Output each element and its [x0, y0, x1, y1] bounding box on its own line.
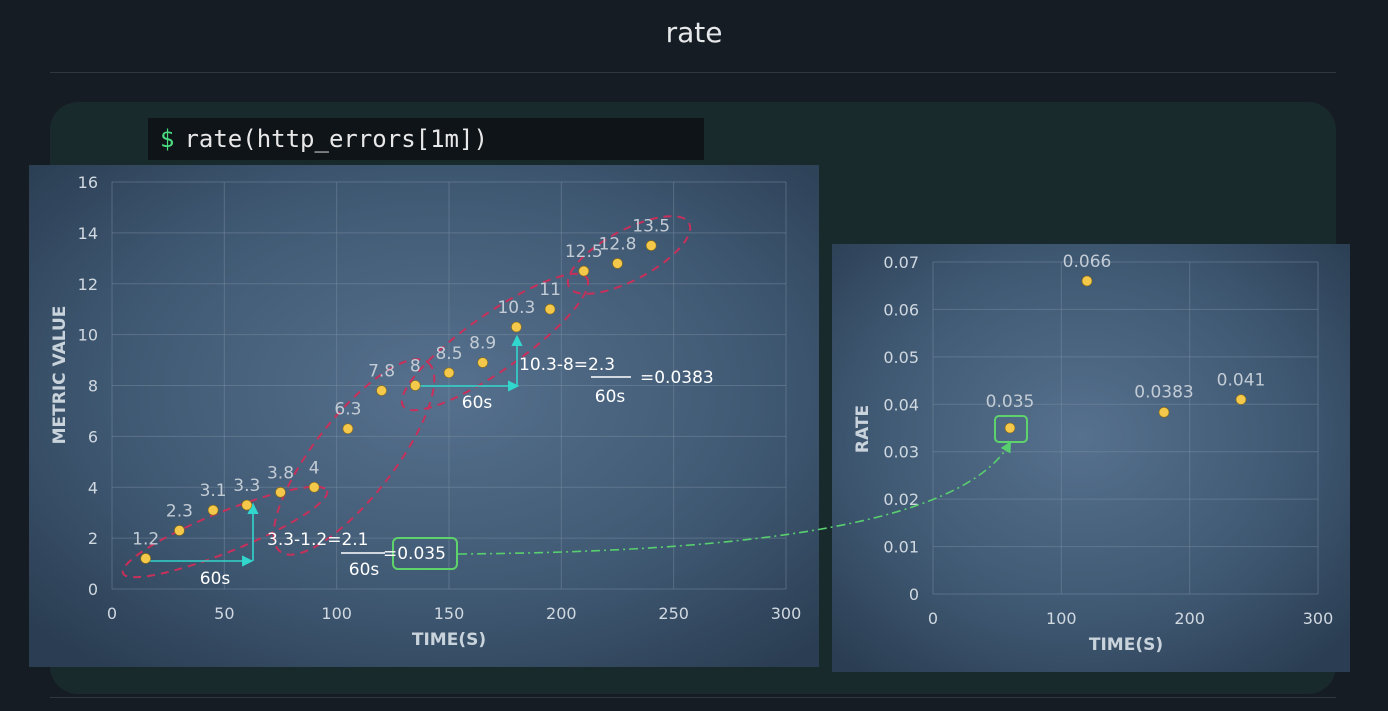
y-tick-label: 0.05 — [883, 348, 919, 367]
y-tick-label: 2 — [88, 529, 98, 548]
data-label: 0.041 — [1217, 371, 1266, 391]
data-label: 3.1 — [200, 481, 227, 501]
y-tick-label: 4 — [88, 478, 98, 497]
x-axis-label: TIME(S) — [1089, 635, 1163, 655]
rate-result: =0.0383 — [640, 368, 714, 388]
y-tick-label: 16 — [78, 173, 98, 192]
x-tick-label: 200 — [546, 604, 577, 623]
data-label: 12.8 — [599, 234, 637, 254]
y-tick-label: 0.04 — [883, 395, 919, 414]
y-tick-label: 6 — [88, 427, 98, 446]
y-tick-label: 10 — [78, 326, 98, 345]
y-axis-label: RATE — [853, 405, 873, 453]
data-point — [174, 525, 185, 536]
x-tick-label: 0 — [107, 604, 117, 623]
y-tick-label: 0.02 — [883, 490, 919, 509]
data-label: 12.5 — [565, 242, 603, 262]
data-point — [1235, 394, 1247, 405]
chart-background — [29, 165, 819, 667]
data-label: 13.5 — [632, 217, 670, 237]
y-tick-label: 8 — [88, 377, 98, 396]
metric-value-chart: 0 2 4 6 8 10 12 14 16 0 50 100 150 200 250 300 METRIC … — [29, 165, 819, 667]
rate-result: =0.035 — [383, 544, 446, 564]
data-label: 1.2 — [132, 529, 159, 549]
data-label: 6.3 — [334, 400, 361, 420]
y-tick-label: 0.01 — [883, 538, 919, 557]
y-tick-label: 14 — [78, 224, 98, 243]
data-point — [140, 553, 151, 564]
rate-chart: 0 0.01 0.02 0.03 0.04 0.05 0.06 0.07 0 100 200 300… — [832, 244, 1350, 672]
x-tick-label: 200 — [1174, 609, 1205, 628]
data-label: 0.0383 — [1134, 382, 1193, 402]
data-label: 8.9 — [469, 334, 496, 354]
data-point — [645, 240, 657, 251]
data-label: 10.3 — [497, 298, 535, 318]
data-point — [544, 303, 556, 315]
x-tick-label: 50 — [214, 604, 234, 623]
data-label: 7.8 — [368, 362, 395, 382]
data-point — [308, 481, 320, 493]
data-label: 0.066 — [1063, 252, 1112, 272]
data-point — [342, 423, 354, 435]
x-axis-label: TIME(S) — [412, 630, 486, 650]
data-point — [1004, 422, 1016, 434]
delta-denominator: 60s — [595, 387, 626, 407]
data-point — [477, 357, 489, 368]
rate-chart-svg: 0 0.01 0.02 0.03 0.04 0.05 0.06 0.07 0 100 200 300… — [832, 244, 1350, 672]
x-tick-label: 0 — [928, 609, 938, 628]
page-title: rate — [665, 16, 723, 49]
data-label: 0.035 — [986, 392, 1035, 412]
x-tick-label: 100 — [321, 604, 352, 623]
x-tick-label: 300 — [1303, 609, 1334, 628]
data-label: 3.8 — [267, 463, 294, 483]
y-tick-label: 0 — [909, 585, 919, 604]
data-point — [207, 504, 219, 516]
data-point — [241, 499, 253, 511]
data-point — [275, 487, 286, 498]
bottom-divider — [50, 697, 1336, 698]
data-label: 11 — [539, 280, 561, 300]
y-tick-label: 0.06 — [883, 300, 919, 319]
time-span-label: 60s — [462, 393, 493, 413]
data-label: 8.5 — [435, 344, 462, 364]
data-label: 2.3 — [166, 501, 193, 521]
y-axis-label: METRIC VALUE — [50, 306, 70, 445]
x-tick-label: 300 — [771, 604, 802, 623]
data-point — [511, 321, 522, 333]
data-label: 3.3 — [233, 476, 260, 496]
data-label: 4 — [309, 458, 320, 478]
data-point — [443, 367, 455, 379]
x-tick-label: 250 — [658, 604, 689, 623]
y-tick-label: 0.07 — [883, 253, 919, 272]
data-label: 8 — [410, 357, 421, 377]
title-divider — [50, 72, 1336, 73]
data-point — [376, 385, 387, 396]
metric-value-chart-svg: 0 2 4 6 8 10 12 14 16 0 50 100 150 200 250 300 METRIC … — [29, 165, 819, 667]
x-tick-label: 100 — [1046, 609, 1077, 628]
time-span-label: 60s — [200, 569, 231, 589]
prompt-symbol: $ — [160, 125, 175, 153]
data-point — [612, 258, 623, 269]
data-point — [409, 380, 421, 391]
x-tick-label: 150 — [434, 604, 465, 623]
delta-denominator: 60s — [349, 560, 380, 580]
y-tick-label: 0.03 — [883, 443, 919, 462]
y-tick-label: 12 — [78, 275, 98, 294]
delta-formula: 3.3-1.2=2.1 — [267, 530, 369, 550]
command-line: $ rate(http_errors[1m]) — [148, 118, 704, 160]
command-text: rate(http_errors[1m]) — [184, 125, 488, 153]
y-tick-label: 0 — [88, 580, 98, 599]
data-point — [1158, 407, 1170, 418]
delta-formula: 10.3-8=2.3 — [519, 355, 615, 375]
data-point — [578, 265, 590, 277]
data-point — [1081, 275, 1093, 287]
